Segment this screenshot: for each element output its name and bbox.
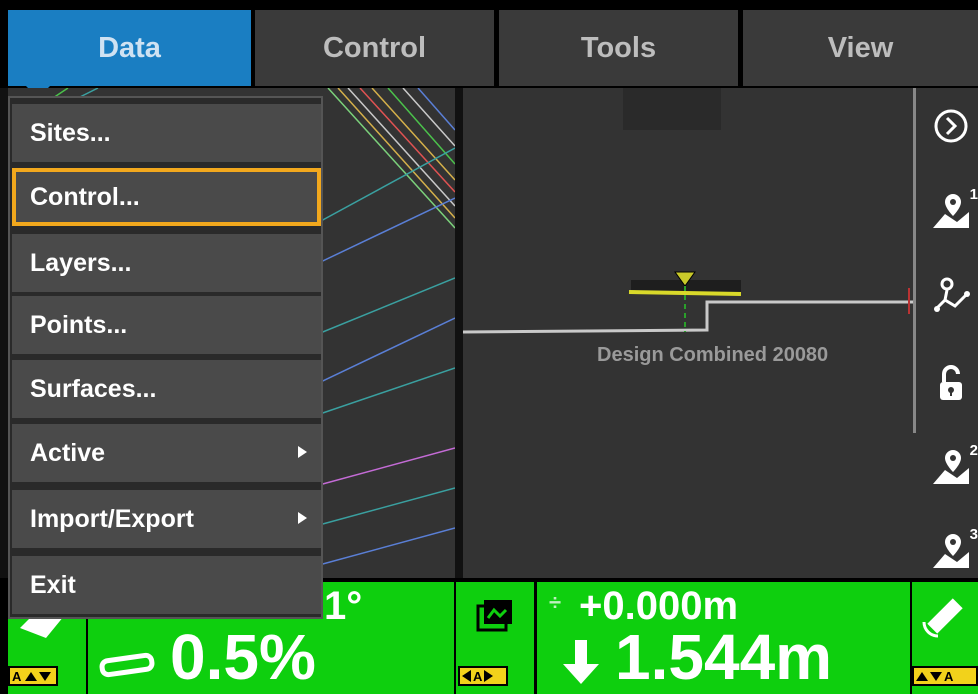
profile-header-shade (623, 88, 721, 130)
pin-1-badge: 1 (969, 186, 978, 203)
slope-angle-value: 1° (324, 584, 363, 628)
menu-item-label: Sites... (30, 118, 111, 147)
cut-fill-value: 1.544m (615, 621, 833, 693)
menu-item-points[interactable]: Points... (12, 296, 321, 354)
pin-3-badge: 3 (969, 526, 978, 543)
mode-a-label: A (473, 668, 483, 684)
map-pin-2-icon[interactable]: 2 (923, 438, 978, 494)
submenu-arrow-icon (298, 512, 307, 524)
map-pin-3-icon[interactable]: 3 (923, 522, 978, 578)
tab-tools[interactable]: Tools (499, 10, 738, 86)
design-surface-label: Design Combined 20080 (597, 344, 829, 366)
menu-item-sites[interactable]: Sites... (12, 104, 321, 162)
cross-slope-icon (99, 652, 155, 678)
elevation-readout[interactable]: ÷ +0.000m 1.544m (537, 582, 910, 694)
satellite-icon (922, 598, 963, 638)
lock-open-icon[interactable] (923, 356, 978, 412)
mode-a-label: A (944, 668, 954, 684)
cut-arrow-icon (563, 640, 599, 684)
toolbar-scroll-indicator (913, 88, 916, 433)
pin-2-badge: 2 (969, 442, 978, 459)
menu-item-control[interactable]: Control... (12, 168, 321, 226)
menu-item-label: Active (30, 438, 106, 467)
mode-a-label: A (12, 668, 22, 684)
menu-item-surfaces[interactable]: Surfaces... (12, 360, 321, 418)
menu-item-label: Points... (30, 310, 128, 339)
profile-view-map[interactable]: Design Combined 20080 (463, 88, 913, 578)
menu-item-label: Surfaces... (30, 374, 157, 403)
cross-slope-value: 0.5% (170, 621, 316, 693)
view-toggle-button[interactable]: A (456, 582, 534, 694)
gallery-icon (476, 600, 512, 632)
menu-item-label: Control... (30, 182, 140, 211)
pane-divider (455, 88, 463, 578)
tab-view[interactable]: View (743, 10, 978, 86)
menu-item-layers[interactable]: Layers... (12, 234, 321, 292)
submenu-arrow-icon (298, 446, 307, 458)
tab-control[interactable]: Control (255, 10, 494, 86)
menu-item-active[interactable]: Active (12, 424, 321, 482)
menu-item-label: Exit (30, 570, 76, 599)
mode-indicator-left[interactable]: A (8, 666, 58, 686)
data-dropdown-menu: Sites... Control... Layers... Points... … (8, 96, 323, 619)
right-toolbar: 1 2 3 (913, 88, 978, 578)
next-circle-icon[interactable] (923, 98, 978, 154)
menu-item-import-export[interactable]: Import/Export (12, 490, 321, 548)
offset-icon: ÷ (549, 590, 562, 615)
menu-item-exit[interactable]: Exit (12, 556, 321, 614)
map-pin-1-icon[interactable]: 1 (923, 182, 978, 238)
mode-indicator-right[interactable]: A (912, 666, 978, 686)
menu-item-label: Import/Export (30, 504, 194, 533)
menu-item-label: Layers... (30, 248, 132, 277)
gnss-status-button[interactable]: A (912, 582, 978, 694)
route-icon[interactable] (923, 268, 978, 324)
profile-linework (463, 271, 913, 334)
tab-data[interactable]: Data (8, 10, 251, 86)
mode-indicator-center[interactable]: A (458, 666, 508, 686)
tab-bar: Data Control Tools View (0, 0, 978, 88)
